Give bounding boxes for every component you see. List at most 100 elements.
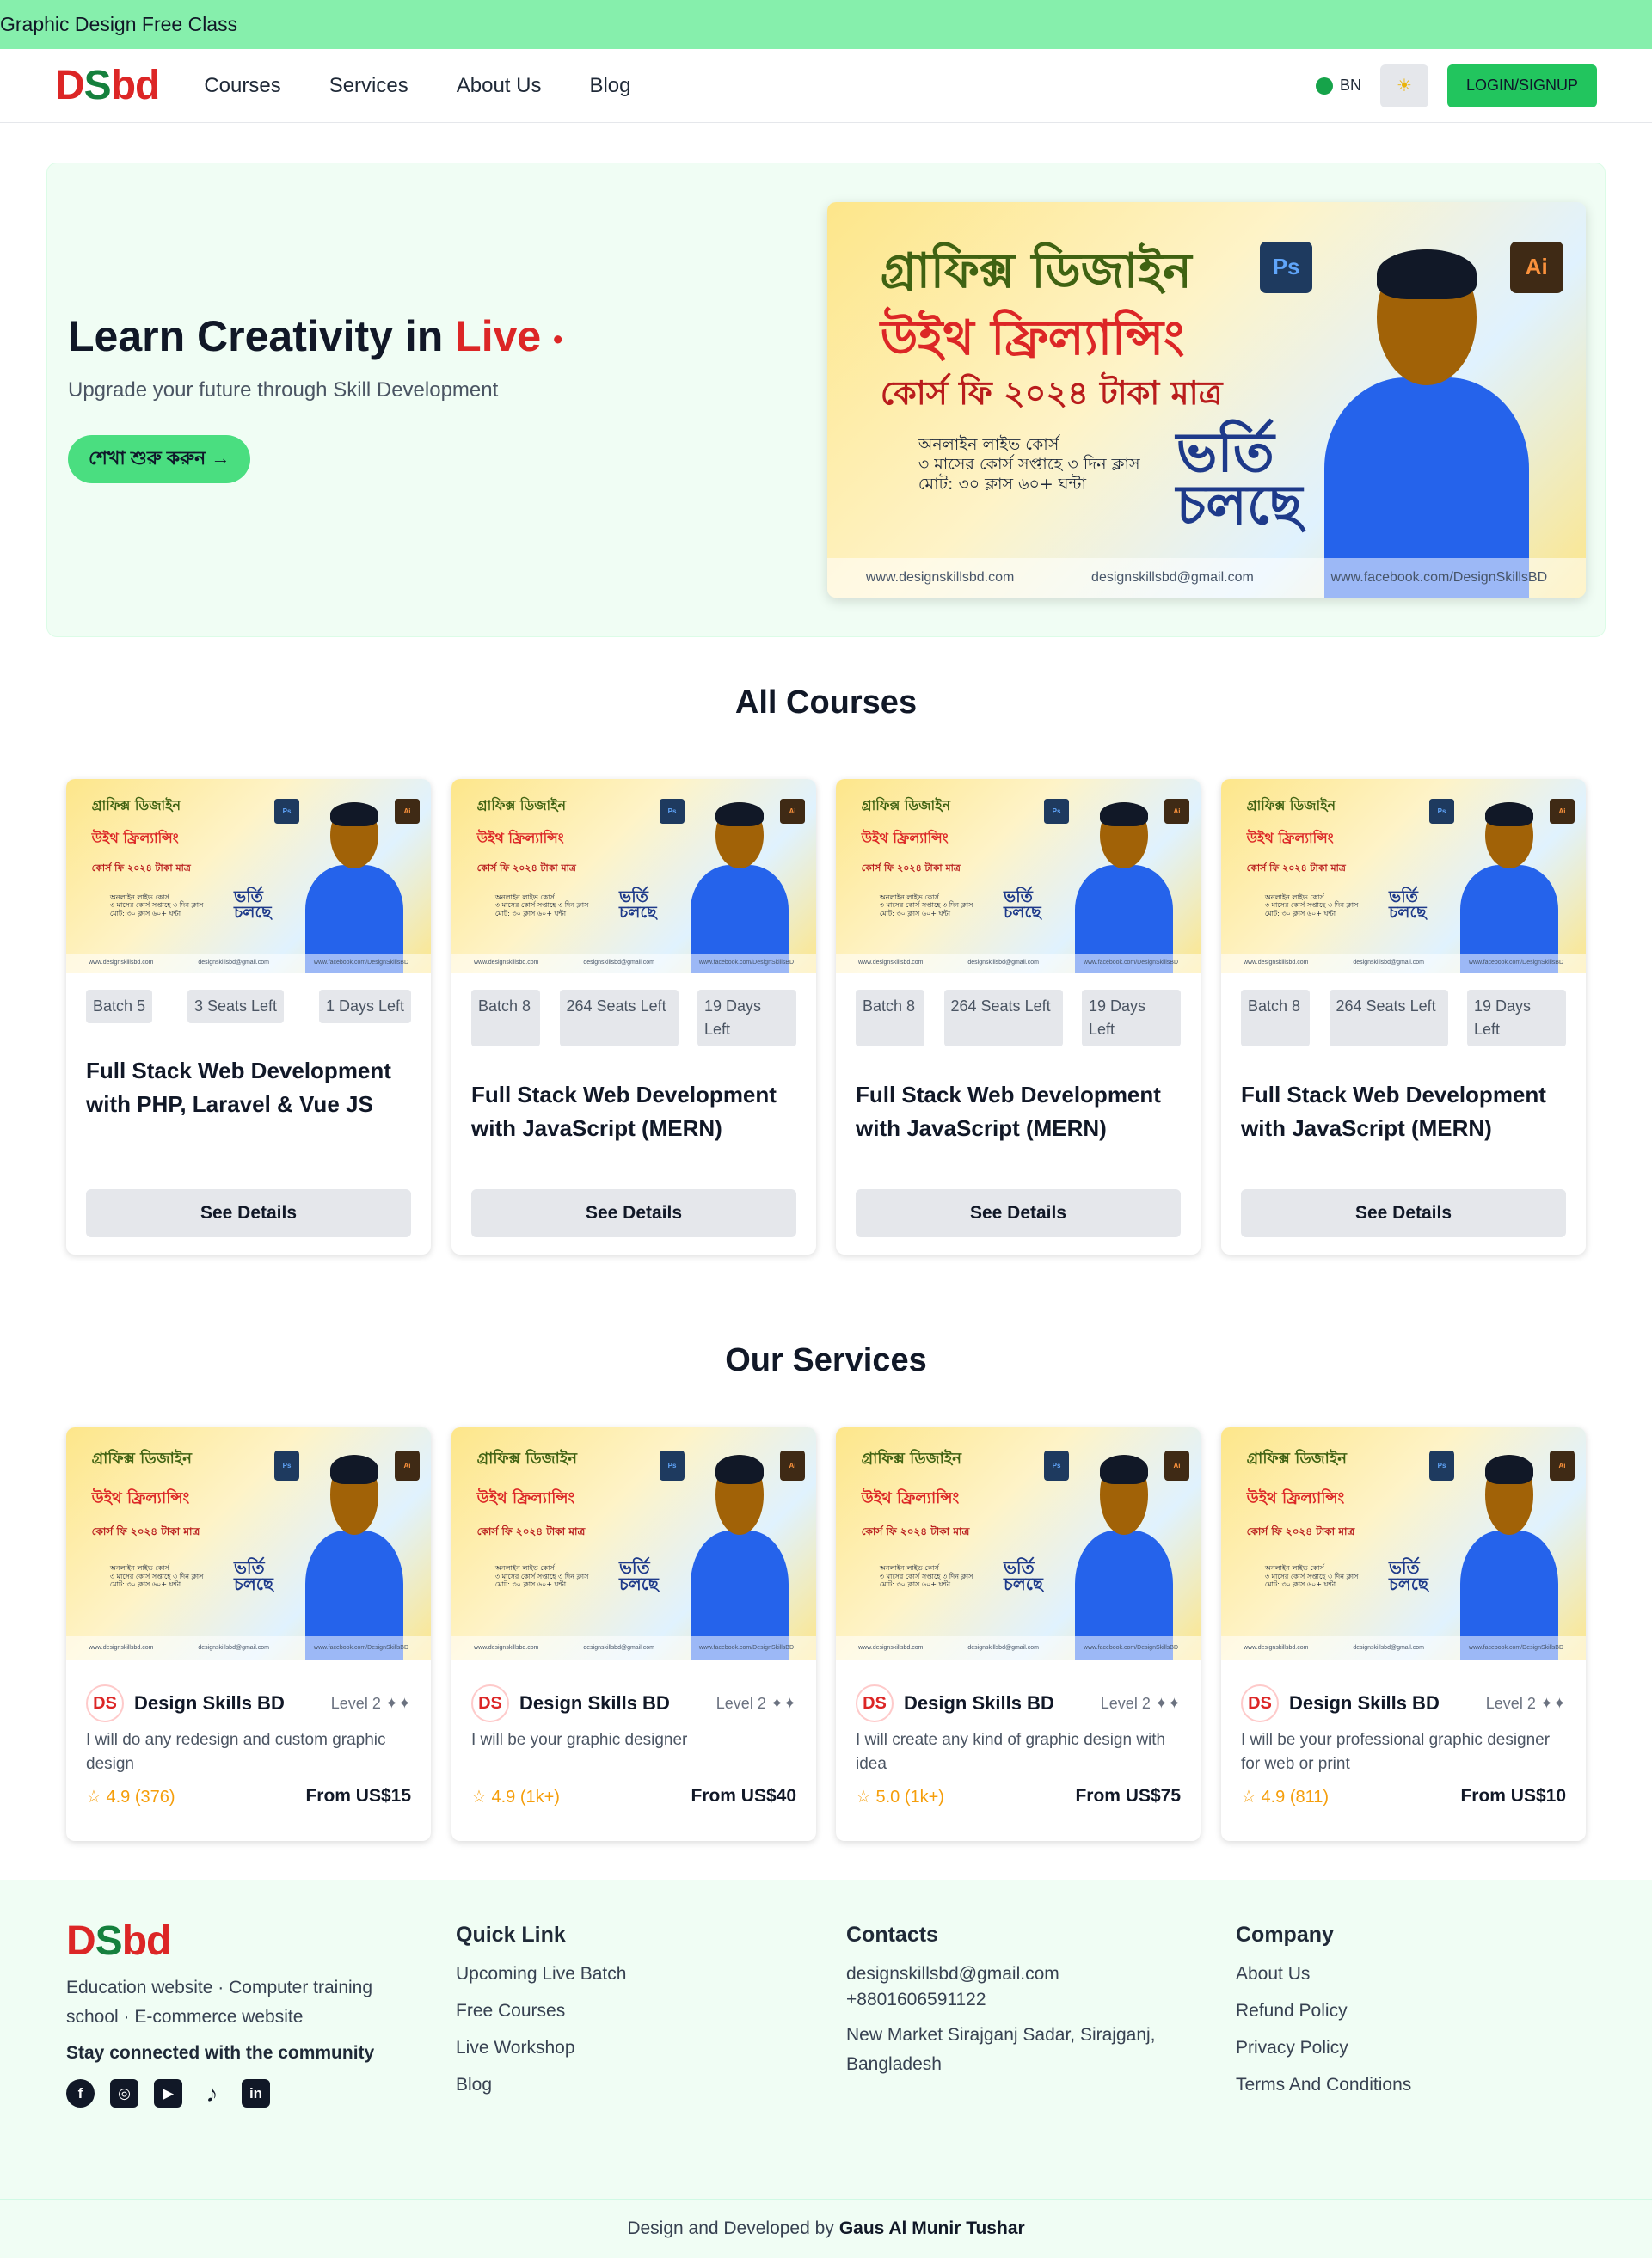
footer-logo[interactable]: D Sbd bbox=[66, 1917, 393, 1965]
courses-section-title: All Courses bbox=[734, 684, 918, 721]
days-left-badge: 19 Days Left bbox=[697, 990, 796, 1046]
course-thumbnail: গ্রাফিক্স ডিজাইন উইথ ফ্রিল্যান্সিং কোর্স… bbox=[836, 779, 1201, 973]
see-details-button[interactable]: See Details bbox=[856, 1189, 1181, 1237]
service-thumbnail: গ্রাফিক্স ডিজাইন উইথ ফ্রিল্যান্সিং কোর্স… bbox=[836, 1427, 1201, 1660]
service-card[interactable]: গ্রাফিক্স ডিজাইন উইথ ফ্রিল্যান্সিং কোর্স… bbox=[451, 1427, 816, 1841]
batch-badge: Batch 8 bbox=[471, 990, 540, 1046]
instructor-photo bbox=[1069, 1455, 1178, 1660]
footer-link-blog[interactable]: Blog bbox=[456, 2075, 626, 2095]
see-details-button[interactable]: See Details bbox=[1241, 1189, 1566, 1237]
live-dot-icon: • bbox=[553, 323, 563, 355]
batch-badge: Batch 8 bbox=[856, 990, 924, 1046]
quick-link-heading: Quick Link bbox=[456, 1923, 566, 1947]
seller-avatar: DS bbox=[856, 1684, 894, 1722]
theme-toggle-button[interactable]: ☀ bbox=[1379, 64, 1428, 107]
contact-address: New Market Sirajganj Sadar, Sirajganj, B… bbox=[846, 2025, 1156, 2074]
service-thumbnail: গ্রাফিক্স ডিজাইন উইথ ফ্রিল্যান্সিং কোর্স… bbox=[451, 1427, 816, 1660]
service-description[interactable]: I will create any kind of graphic design… bbox=[856, 1728, 1181, 1776]
photoshop-icon: Ps bbox=[1259, 242, 1313, 293]
footer-link-upcoming-batch[interactable]: Upcoming Live Batch bbox=[456, 1964, 626, 1985]
seller-name[interactable]: Design Skills BD bbox=[904, 1692, 1054, 1715]
social-links: f ◎ ▶ ♪ in bbox=[66, 2079, 393, 2108]
start-learning-button[interactable]: শেখা শুরু করুন → bbox=[68, 435, 251, 483]
service-card[interactable]: গ্রাফিক্স ডিজাইন উইথ ফ্রিল্যান্সিং কোর্স… bbox=[836, 1427, 1201, 1841]
photoshop-icon: Ps bbox=[273, 798, 300, 824]
live-word: Live bbox=[455, 312, 542, 360]
seller-name[interactable]: Design Skills BD bbox=[134, 1692, 285, 1715]
footer-description: Education website · Computer training sc… bbox=[66, 1978, 373, 2027]
seller-name[interactable]: Design Skills BD bbox=[1289, 1692, 1440, 1715]
seller-avatar: DS bbox=[1241, 1684, 1279, 1722]
instructor-photo bbox=[1454, 802, 1563, 973]
footer-link-privacy-policy[interactable]: Privacy Policy bbox=[1236, 2038, 1411, 2059]
course-title[interactable]: Full Stack Web Development with JavaScri… bbox=[471, 1078, 796, 1145]
photoshop-icon: Ps bbox=[1043, 1451, 1070, 1482]
service-rating: ☆ 4.9 (376) bbox=[86, 1788, 175, 1807]
service-rating: ☆ 5.0 (1k+) bbox=[856, 1788, 944, 1807]
footer-link-live-workshop[interactable]: Live Workshop bbox=[456, 2038, 626, 2059]
contacts-heading: Contacts bbox=[846, 1923, 938, 1947]
service-thumbnail: গ্রাফিক্স ডিজাইন উইথ ফ্রিল্যান্সিং কোর্স… bbox=[66, 1427, 431, 1660]
course-thumbnail: গ্রাফিক্স ডিজাইন উইথ ফ্রিল্যান্সিং কোর্স… bbox=[1221, 779, 1586, 973]
course-title[interactable]: Full Stack Web Development with JavaScri… bbox=[856, 1078, 1181, 1145]
footer-link-free-courses[interactable]: Free Courses bbox=[456, 2001, 626, 2022]
service-price: From US$75 bbox=[1075, 1786, 1181, 1806]
service-card[interactable]: গ্রাফিক্স ডিজাইন উইথ ফ্রিল্যান্সিং কোর্স… bbox=[1221, 1427, 1586, 1841]
nav-link-blog[interactable]: Blog bbox=[589, 74, 630, 98]
course-title[interactable]: Full Stack Web Development with PHP, Lar… bbox=[86, 1054, 411, 1121]
course-card: গ্রাফিক্স ডিজাইন উইথ ফ্রিল্যান্সিং কোর্স… bbox=[66, 779, 431, 1255]
footer-link-terms[interactable]: Terms And Conditions bbox=[1236, 2075, 1411, 2095]
seller-level: Level 2 ✦✦ bbox=[330, 1694, 411, 1712]
service-rating: ☆ 4.9 (811) bbox=[1241, 1788, 1330, 1807]
tiktok-icon[interactable]: ♪ bbox=[198, 2079, 226, 2108]
company-heading: Company bbox=[1236, 1923, 1334, 1947]
seats-left-badge: 3 Seats Left bbox=[187, 990, 285, 1023]
footer-link-about-us[interactable]: About Us bbox=[1236, 1964, 1411, 1985]
nav-link-courses[interactable]: Courses bbox=[204, 74, 280, 98]
service-price: From US$10 bbox=[1460, 1786, 1566, 1806]
hero-banner-image: গ্রাফিক্স ডিজাইন উইথ ফ্রিল্যান্সিং কোর্স… bbox=[827, 202, 1586, 598]
see-details-button[interactable]: See Details bbox=[471, 1189, 796, 1237]
hero-section: Learn Creativity in Live • Upgrade your … bbox=[46, 163, 1606, 637]
see-details-button[interactable]: See Details bbox=[86, 1189, 411, 1237]
course-title[interactable]: Full Stack Web Development with JavaScri… bbox=[1241, 1078, 1566, 1145]
contact-phone[interactable]: +8801606591122 bbox=[846, 1990, 1190, 2010]
seller-avatar: DS bbox=[86, 1684, 124, 1722]
youtube-icon[interactable]: ▶ bbox=[154, 2079, 182, 2108]
seats-left-badge: 264 Seats Left bbox=[1329, 990, 1448, 1046]
service-description[interactable]: I will be your professional graphic desi… bbox=[1241, 1728, 1566, 1776]
instructor-photo bbox=[1313, 249, 1541, 598]
photoshop-icon: Ps bbox=[273, 1451, 300, 1482]
course-card: গ্রাফিক্স ডিজাইন উইথ ফ্রিল্যান্সিং কোর্স… bbox=[451, 779, 816, 1255]
developer-name: Gaus Al Munir Tushar bbox=[838, 2218, 1025, 2238]
login-signup-button[interactable]: LOGIN/SIGNUP bbox=[1446, 64, 1597, 107]
nav-link-about[interactable]: About Us bbox=[457, 74, 542, 98]
site-logo[interactable]: D Sbd bbox=[55, 62, 160, 109]
facebook-icon[interactable]: f bbox=[66, 2079, 95, 2108]
service-price: From US$40 bbox=[691, 1786, 796, 1806]
contact-email[interactable]: designskillsbd@gmail.com bbox=[846, 1964, 1190, 1985]
service-description[interactable]: I will be your graphic designer bbox=[471, 1728, 796, 1752]
course-card: গ্রাফিক্স ডিজাইন উইথ ফ্রিল্যান্সিং কোর্স… bbox=[836, 779, 1201, 1255]
seller-name[interactable]: Design Skills BD bbox=[519, 1692, 670, 1715]
service-price: From US$15 bbox=[305, 1786, 411, 1806]
language-label: BN bbox=[1339, 77, 1361, 94]
hero-title: Learn Creativity in Live • bbox=[68, 312, 563, 360]
site-footer: D Sbd Education website · Computer traini… bbox=[0, 1880, 1652, 2258]
hero-subtitle: Upgrade your future through Skill Develo… bbox=[68, 378, 499, 402]
service-description[interactable]: I will do any redesign and custom graphi… bbox=[86, 1728, 411, 1776]
nav-link-services[interactable]: Services bbox=[329, 74, 408, 98]
linkedin-icon[interactable]: in bbox=[242, 2079, 270, 2108]
seller-level: Level 2 ✦✦ bbox=[715, 1694, 796, 1712]
photoshop-icon: Ps bbox=[1428, 1451, 1455, 1482]
announcement-text[interactable]: Graphic Design Free Class bbox=[0, 13, 237, 36]
seller-level: Level 2 ✦✦ bbox=[1485, 1694, 1566, 1712]
sun-icon: ☀ bbox=[1397, 77, 1412, 95]
service-card[interactable]: গ্রাফিক্স ডিজাইন উইথ ফ্রিল্যান্সিং কোর্স… bbox=[66, 1427, 431, 1841]
language-toggle[interactable]: BN bbox=[1315, 77, 1361, 95]
days-left-badge: 19 Days Left bbox=[1467, 990, 1566, 1046]
course-thumbnail: গ্রাফিক্স ডিজাইন উইথ ফ্রিল্যান্সিং কোর্স… bbox=[66, 779, 431, 973]
batch-badge: Batch 8 bbox=[1241, 990, 1310, 1046]
instagram-icon[interactable]: ◎ bbox=[110, 2079, 138, 2108]
footer-link-refund-policy[interactable]: Refund Policy bbox=[1236, 2001, 1411, 2022]
